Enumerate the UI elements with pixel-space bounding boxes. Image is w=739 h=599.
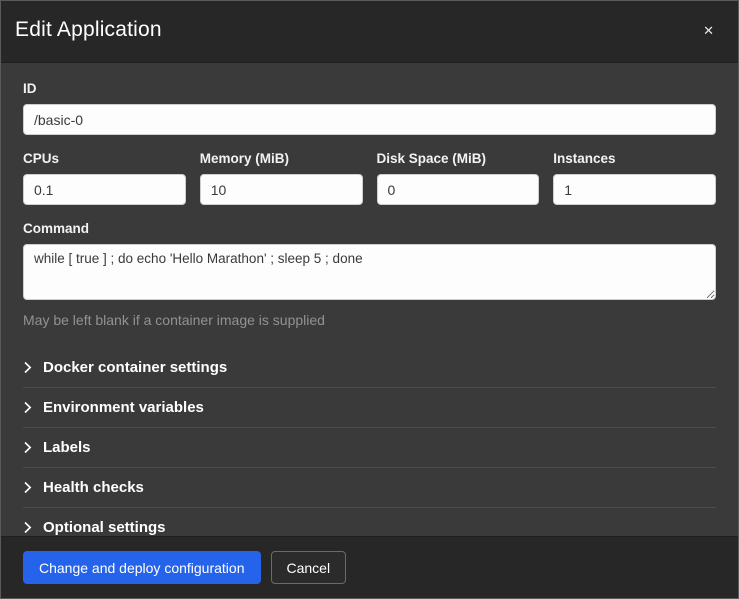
close-icon[interactable]: ✕ bbox=[701, 20, 716, 41]
chevron-right-icon bbox=[23, 481, 32, 494]
chevron-right-icon bbox=[23, 361, 32, 374]
disk-field-group: Disk Space (MiB) bbox=[377, 151, 540, 205]
section-docker-container-settings[interactable]: Docker container settings bbox=[23, 348, 716, 387]
section-label: Labels bbox=[43, 439, 91, 456]
page-title: Edit Application bbox=[15, 18, 162, 42]
modal-header: Edit Application ✕ bbox=[1, 1, 738, 63]
edit-application-modal: Edit Application ✕ ID CPUs Memory (MiB) … bbox=[0, 0, 739, 599]
disk-input[interactable] bbox=[377, 174, 540, 205]
section-label: Docker container settings bbox=[43, 359, 227, 376]
id-field-group: ID bbox=[23, 81, 716, 135]
instances-label: Instances bbox=[553, 151, 716, 166]
collapsible-sections: Docker container settings Environment va… bbox=[23, 348, 716, 536]
memory-field-group: Memory (MiB) bbox=[200, 151, 363, 205]
command-label: Command bbox=[23, 221, 716, 236]
section-label: Environment variables bbox=[43, 399, 204, 416]
instances-field-group: Instances bbox=[553, 151, 716, 205]
chevron-right-icon bbox=[23, 441, 32, 454]
resources-row: CPUs Memory (MiB) Disk Space (MiB) Insta… bbox=[23, 151, 716, 205]
instances-input[interactable] bbox=[553, 174, 716, 205]
cpus-label: CPUs bbox=[23, 151, 186, 166]
modal-footer: Change and deploy configuration Cancel bbox=[1, 536, 738, 598]
cancel-button[interactable]: Cancel bbox=[271, 551, 347, 584]
id-label: ID bbox=[23, 81, 716, 96]
section-environment-variables[interactable]: Environment variables bbox=[23, 387, 716, 427]
command-field-group: Command while [ true ] ; do echo 'Hello … bbox=[23, 221, 716, 328]
chevron-right-icon bbox=[23, 521, 32, 534]
cpus-input[interactable] bbox=[23, 174, 186, 205]
section-label: Optional settings bbox=[43, 519, 166, 536]
section-label: Health checks bbox=[43, 479, 144, 496]
command-help-text: May be left blank if a container image i… bbox=[23, 312, 716, 328]
chevron-right-icon bbox=[23, 401, 32, 414]
section-health-checks[interactable]: Health checks bbox=[23, 467, 716, 507]
disk-label: Disk Space (MiB) bbox=[377, 151, 540, 166]
id-input[interactable] bbox=[23, 104, 716, 135]
change-and-deploy-button[interactable]: Change and deploy configuration bbox=[23, 551, 261, 584]
modal-body: ID CPUs Memory (MiB) Disk Space (MiB) In… bbox=[1, 63, 738, 536]
memory-label: Memory (MiB) bbox=[200, 151, 363, 166]
section-optional-settings[interactable]: Optional settings bbox=[23, 507, 716, 536]
memory-input[interactable] bbox=[200, 174, 363, 205]
section-labels[interactable]: Labels bbox=[23, 427, 716, 467]
cpus-field-group: CPUs bbox=[23, 151, 186, 205]
command-textarea[interactable]: while [ true ] ; do echo 'Hello Marathon… bbox=[23, 244, 716, 300]
